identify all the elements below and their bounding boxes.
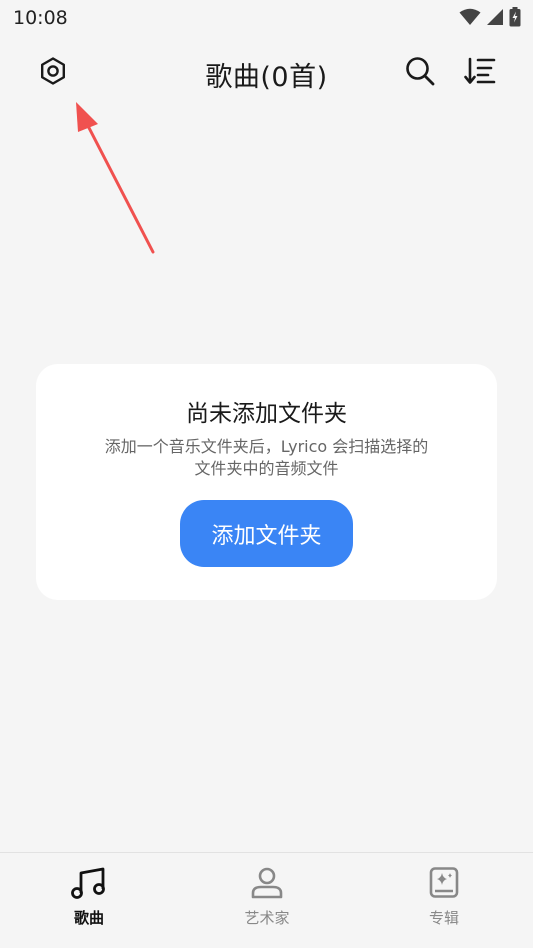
bottom-nav: 歌曲 艺术家 专辑 — [0, 852, 533, 948]
nav-item-artists[interactable]: 艺术家 — [207, 867, 327, 928]
wifi-icon — [459, 8, 481, 26]
annotation-arrow-icon — [60, 100, 160, 264]
empty-state-description-line2: 文件夹中的音频文件 — [194, 459, 339, 478]
nav-item-songs[interactable]: 歌曲 — [29, 867, 149, 928]
nav-label-artists: 艺术家 — [244, 909, 290, 927]
empty-state-description-line1: 添加一个音乐文件夹后，Lyrico 会扫描选择的 — [104, 437, 429, 456]
screen: 10:08 歌曲(0首) 尚未添加文件夹 添加一个音乐文件夹后，Lyrico 会… — [0, 0, 533, 948]
album-sparkle-icon — [426, 867, 462, 903]
sort-button[interactable] — [456, 49, 504, 97]
empty-state-title: 尚未添加文件夹 — [186, 401, 347, 427]
search-button[interactable] — [396, 49, 444, 97]
nav-label-albums: 专辑 — [428, 909, 459, 927]
search-icon — [404, 55, 436, 91]
music-note-icon — [71, 867, 107, 903]
empty-state-description: 添加一个音乐文件夹后，Lyrico 会扫描选择的 文件夹中的音频文件 — [66, 436, 467, 480]
status-bar: 10:08 — [0, 0, 533, 36]
nav-item-albums[interactable]: 专辑 — [384, 867, 504, 928]
status-icons — [459, 6, 521, 28]
empty-state-card: 尚未添加文件夹 添加一个音乐文件夹后，Lyrico 会扫描选择的 文件夹中的音频… — [36, 364, 497, 600]
add-folder-button[interactable]: 添加文件夹 — [180, 500, 353, 567]
app-bar: 歌曲(0首) — [0, 44, 533, 102]
person-icon — [249, 867, 285, 903]
nav-label-songs: 歌曲 — [73, 909, 104, 927]
status-time: 10:08 — [13, 7, 68, 29]
sort-icon — [464, 56, 496, 90]
signal-icon — [486, 8, 504, 26]
battery-charging-icon — [509, 7, 521, 27]
page-title: 歌曲(0首) — [205, 62, 328, 93]
